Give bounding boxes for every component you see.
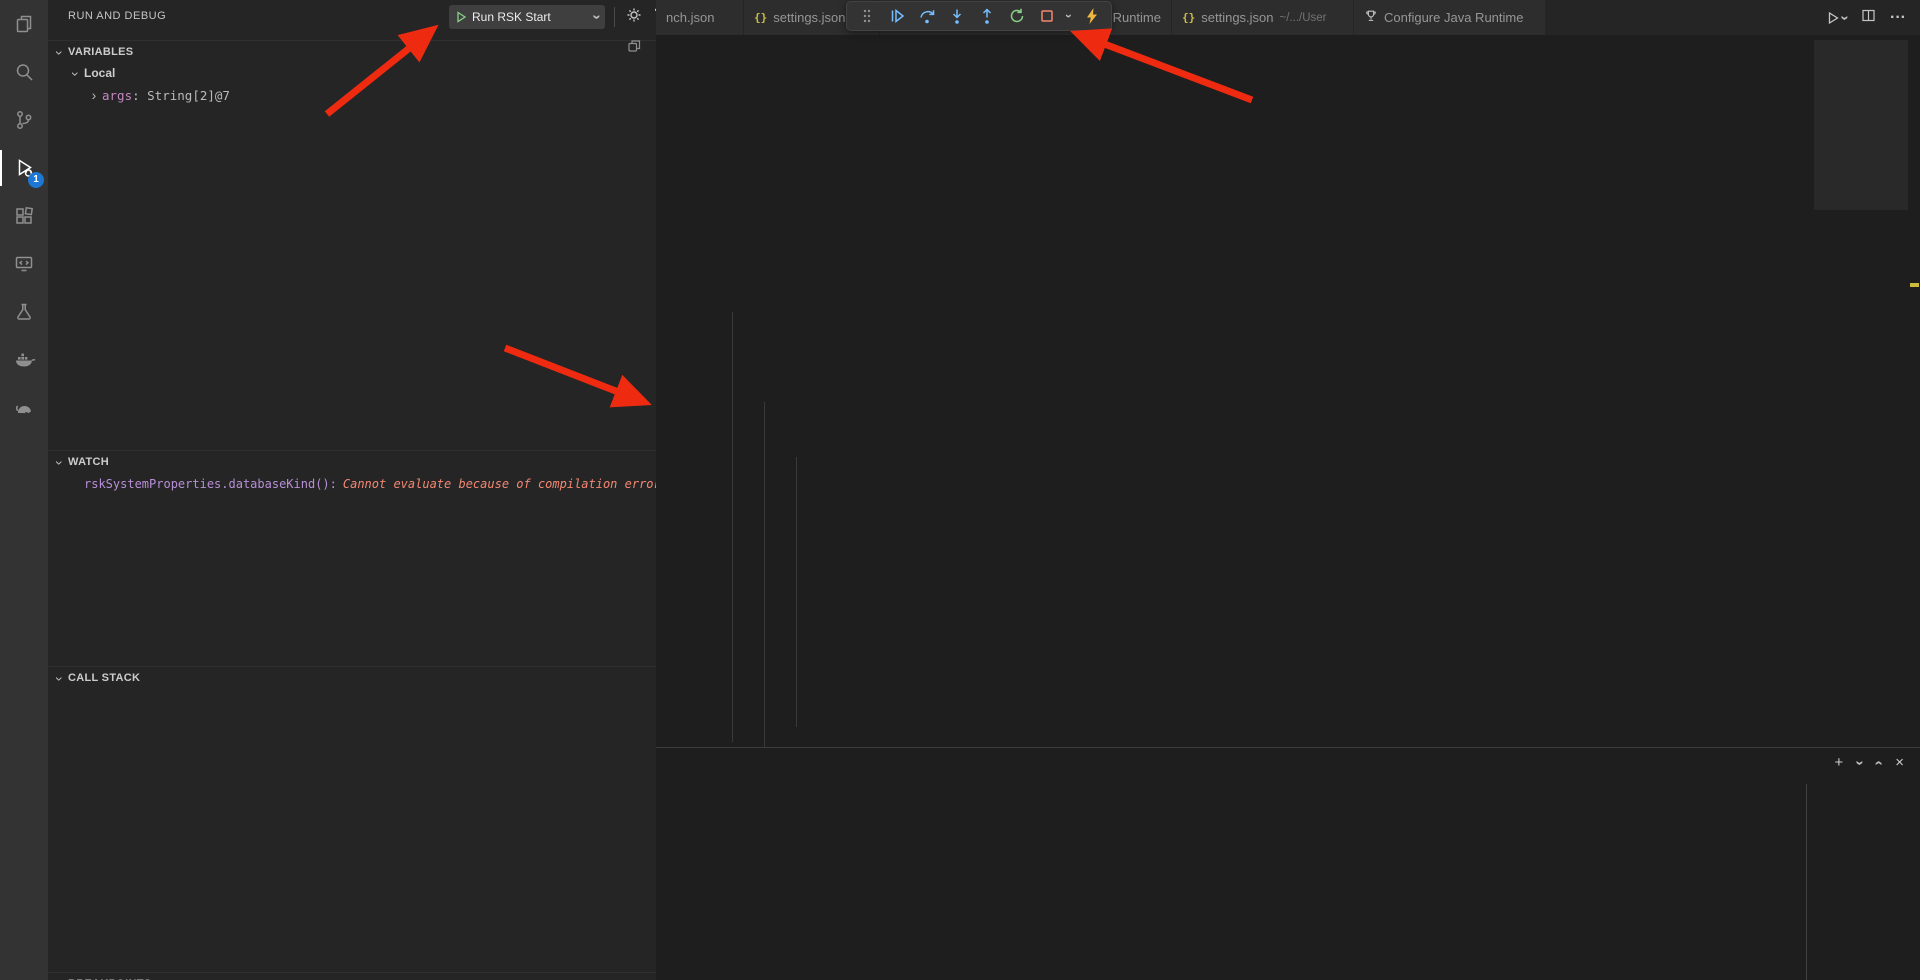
run-and-debug-icon[interactable]: 1 [0, 144, 48, 192]
remote-explorer-icon[interactable] [0, 240, 48, 288]
tab-label: nch.json [666, 10, 714, 25]
vscode-window: 1 RUN AND DEBUG Run RSK Start › ··· [0, 0, 1920, 980]
minimap[interactable] [1814, 40, 1908, 747]
tab-path-suffix: ~/.../User [1280, 12, 1327, 24]
watch-expression[interactable]: rskSystemProperties.databaseKind(): Cann… [48, 473, 656, 495]
overview-ruler[interactable] [1908, 0, 1920, 747]
editor-group: nch.json {} settings.json Configure Java Ru… [656, 0, 1920, 747]
json-icon: {} [1182, 11, 1195, 24]
restart-icon[interactable] [1003, 4, 1030, 28]
toolbar-drag-grip[interactable] [853, 4, 880, 28]
continue-icon[interactable] [883, 4, 910, 28]
chevron-down-icon: › [1840, 15, 1850, 20]
testing-icon[interactable] [0, 288, 48, 336]
split-editor-icon[interactable] [1861, 8, 1876, 28]
chevron-down-icon: › [592, 15, 602, 20]
step-into-icon[interactable] [943, 4, 970, 28]
bottom-panel: + › › × [656, 747, 1920, 980]
breakpoints-section-header[interactable]: ›BREAKPOINTS [48, 972, 656, 980]
explorer-icon[interactable] [0, 0, 48, 48]
stop-dropdown-icon[interactable]: › [1063, 4, 1075, 28]
terminal-dropdown-icon[interactable]: › [1855, 760, 1865, 765]
activity-bar: 1 [0, 0, 48, 980]
debug-toolbar: › [846, 1, 1112, 31]
debug-badge: 1 [28, 172, 44, 188]
step-over-icon[interactable] [913, 4, 940, 28]
tab-nch-json[interactable]: nch.json [656, 0, 744, 35]
call-stack-section-header[interactable]: ›CALL STACK [48, 666, 656, 688]
new-terminal-icon[interactable]: + [1834, 754, 1843, 771]
search-icon[interactable] [0, 48, 48, 96]
tab-settings-json[interactable]: {} settings.json ~/.../User [1172, 0, 1354, 35]
extensions-icon[interactable] [0, 192, 48, 240]
editor-actions: › ··· [1826, 0, 1920, 35]
maximize-panel-icon[interactable]: › [1874, 760, 1884, 765]
source-control-icon[interactable] [0, 96, 48, 144]
step-out-icon[interactable] [973, 4, 1000, 28]
close-panel-icon[interactable]: × [1895, 754, 1904, 771]
hot-code-replace-icon[interactable] [1078, 4, 1105, 28]
current-line-mark [1910, 283, 1919, 287]
variables-scope-local[interactable]: ›Local [48, 62, 656, 84]
launch-config-label: Run RSK Start [472, 10, 594, 24]
tab-label: Configure Java Runtime [1384, 10, 1523, 25]
code-editor[interactable] [656, 57, 1812, 747]
variables-section-header[interactable]: ›VARIABLES [48, 40, 656, 62]
json-icon: {} [754, 11, 767, 24]
more-actions-icon[interactable]: ··· [654, 2, 656, 19]
launch-config-dropdown[interactable]: Run RSK Start › [449, 5, 605, 29]
more-actions-icon[interactable]: ··· [1890, 9, 1906, 27]
run-and-debug-sidebar: RUN AND DEBUG Run RSK Start › ··· ›VARIA… [48, 0, 656, 980]
run-file-button[interactable]: › [1826, 11, 1847, 25]
tab-label: settings.json [773, 10, 845, 25]
docker-icon[interactable] [0, 336, 48, 384]
gradle-icon[interactable] [0, 384, 48, 432]
java-runtime-icon [1364, 9, 1378, 26]
panel-actions: + › › × [1834, 754, 1904, 771]
play-icon [455, 11, 467, 23]
sidebar-title: RUN AND DEBUG [68, 10, 166, 22]
variable-args[interactable]: › args: String[2]@7 [48, 84, 656, 106]
tab-configure-java-runtime[interactable]: Configure Java Runtime [1354, 0, 1546, 35]
stop-icon[interactable] [1033, 4, 1060, 28]
tab-label: settings.json [1201, 10, 1273, 25]
watch-section-header[interactable]: ›WATCH [48, 450, 656, 472]
gear-icon[interactable] [624, 5, 644, 30]
